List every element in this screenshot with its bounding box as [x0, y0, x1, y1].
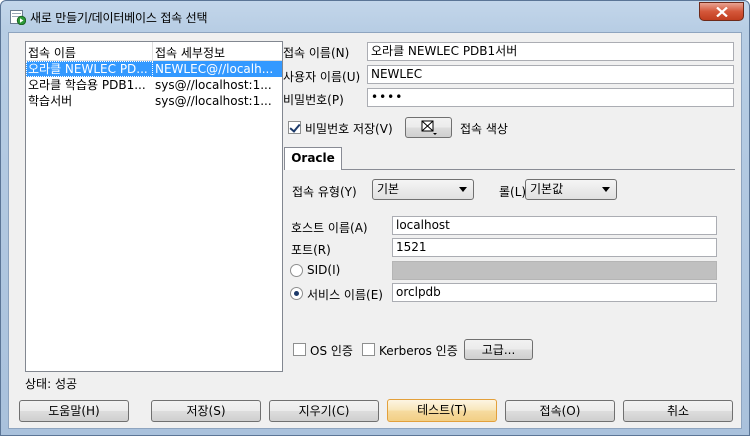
advanced-button[interactable]: 고급...	[464, 339, 533, 360]
host-input[interactable]: localhost	[392, 216, 717, 235]
conn-type-value: 기본	[377, 182, 400, 196]
test-button[interactable]: 테스트(T)	[387, 399, 497, 422]
service-name-label: 서비스 이름(E)	[307, 288, 383, 302]
close-icon	[716, 7, 728, 17]
title-bar: 새로 만들기/데이터베이스 접속 선택	[1, 1, 749, 31]
list-item[interactable]: 학습서버 sys@//localhost:1...	[26, 93, 282, 109]
role-label: 롤(L)	[499, 185, 527, 199]
save-password-checkbox[interactable]	[288, 121, 301, 134]
sid-radio[interactable]	[290, 264, 303, 277]
chevron-down-icon	[459, 187, 467, 192]
connection-name: 오라클 학습용 PDB1...	[28, 78, 146, 92]
role-value: 기본값	[530, 182, 564, 196]
column-header-detail[interactable]: 접속 세부정보	[153, 42, 282, 60]
service-name-radio[interactable]	[290, 287, 303, 300]
status-text: 상태: 성공	[25, 377, 78, 391]
list-item[interactable]: 오라클 NEWLEC PD... NEWLEC@//localh...	[26, 61, 282, 77]
connection-detail: sys@//localhost:1...	[155, 94, 272, 108]
dialog-window: 새로 만들기/데이터베이스 접속 선택 접속 이름 접속 세부정보 오라클 NE…	[0, 0, 750, 436]
os-auth-label: OS 인증	[310, 344, 353, 358]
clear-button[interactable]: 지우기(C)	[269, 400, 379, 422]
chevron-down-icon	[602, 187, 610, 192]
user-name-label: 사용자 이름(U)	[283, 70, 361, 84]
window-title: 새로 만들기/데이터베이스 접속 선택	[30, 11, 208, 25]
dialog-client: 접속 이름 접속 세부정보 오라클 NEWLEC PD... NEWLEC@//…	[8, 32, 742, 429]
connection-list-header: 접속 이름 접속 세부정보	[26, 42, 282, 61]
conn-name-input[interactable]: 오라클 NEWLEC PDB1서버	[367, 42, 734, 61]
sid-label: SID(I)	[307, 263, 341, 277]
conn-color-button[interactable]	[405, 117, 452, 138]
window-close-button[interactable]	[699, 2, 744, 21]
kerberos-checkbox[interactable]	[362, 343, 375, 356]
conn-color-label: 접속 색상	[460, 122, 508, 136]
port-input[interactable]: 1521	[392, 238, 717, 257]
host-label: 호스트 이름(A)	[291, 221, 368, 235]
password-input[interactable]: ••••	[367, 88, 734, 107]
port-label: 포트(R)	[291, 243, 331, 257]
tab-oracle[interactable]: Oracle	[284, 147, 342, 170]
connection-list[interactable]: 접속 이름 접속 세부정보 오라클 NEWLEC PD... NEWLEC@//…	[25, 41, 283, 372]
connect-button[interactable]: 접속(O)	[505, 400, 615, 422]
connection-detail: NEWLEC@//localh...	[153, 61, 282, 77]
column-header-name[interactable]: 접속 이름	[26, 42, 153, 60]
sqldeveloper-app-icon	[10, 9, 27, 26]
save-password-label: 비밀번호 저장(V)	[305, 122, 393, 136]
role-select[interactable]: 기본값	[525, 179, 617, 200]
service-name-input[interactable]: orclpdb	[392, 283, 717, 302]
user-name-input[interactable]: NEWLEC	[367, 65, 734, 84]
connection-name: 오라클 NEWLEC PD...	[26, 61, 153, 77]
connection-name: 학습서버	[28, 94, 73, 108]
cancel-button[interactable]: 취소	[623, 400, 733, 422]
os-auth-checkbox[interactable]	[293, 343, 306, 356]
color-picker-icon	[421, 120, 437, 135]
connection-detail: sys@//localhost:1...	[155, 78, 272, 92]
kerberos-label: Kerberos 인증	[379, 344, 458, 358]
help-button[interactable]: 도움말(H)	[19, 400, 129, 422]
sid-input[interactable]	[392, 261, 717, 280]
conn-name-label: 접속 이름(N)	[283, 46, 350, 60]
list-item[interactable]: 오라클 학습용 PDB1... sys@//localhost:1...	[26, 77, 282, 93]
password-label: 비밀번호(P)	[283, 93, 344, 107]
conn-type-label: 접속 유형(Y)	[292, 185, 357, 199]
conn-type-select[interactable]: 기본	[372, 179, 474, 200]
save-button[interactable]: 저장(S)	[151, 400, 261, 422]
